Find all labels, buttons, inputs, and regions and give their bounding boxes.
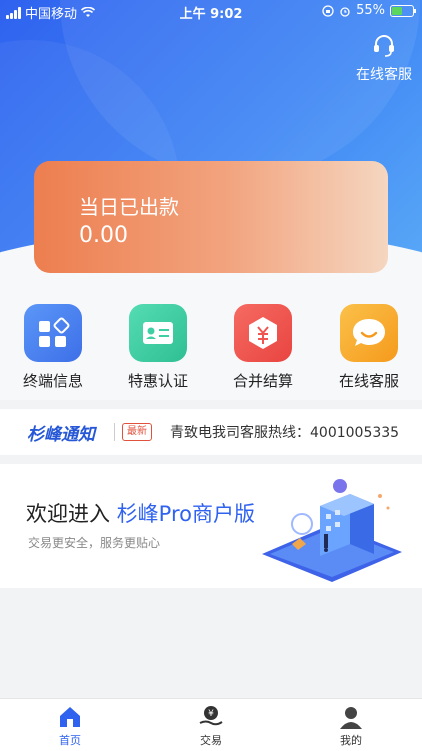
tab-mine[interactable]: 我的 bbox=[316, 705, 386, 748]
balance-card[interactable]: 当日已出款 0.00 bbox=[34, 161, 388, 273]
tab-transactions[interactable]: ¥ 交易 bbox=[176, 705, 246, 748]
banner-title-prefix: 欢迎进入 bbox=[26, 502, 117, 526]
tab-label: 交易 bbox=[200, 734, 222, 747]
status-bar: 中国移动 上午 9:02 55% bbox=[0, 0, 422, 22]
notice-text: 青致电我司客服热线：4001005335 bbox=[170, 425, 400, 441]
balance-amount: 0.00 bbox=[79, 223, 128, 248]
banner-subtitle: 交易更安全，服务更贴心 bbox=[28, 536, 161, 550]
action-label: 合并结算 bbox=[232, 372, 293, 390]
quick-actions: 终端信息 特惠认证 合并结算 在线客服 bbox=[0, 290, 422, 400]
customer-service-label: 在线客服 bbox=[356, 67, 412, 83]
grid-icon bbox=[24, 304, 82, 362]
tab-label: 我的 bbox=[340, 734, 362, 747]
headset-icon bbox=[374, 35, 394, 57]
action-discount-cert[interactable]: 特惠认证 bbox=[113, 304, 203, 391]
notice-bar[interactable]: 杉峰通知 最新 青致电我司客服热线：4001005335 bbox=[0, 409, 422, 455]
tab-label: 首页 bbox=[59, 734, 81, 747]
orientation-lock-icon bbox=[322, 4, 334, 17]
svg-text:¥: ¥ bbox=[208, 709, 214, 719]
divider bbox=[114, 423, 115, 441]
welcome-banner[interactable]: 欢迎进入 杉峰Pro商户版 交易更安全，服务更贴心 bbox=[0, 464, 422, 588]
action-label: 终端信息 bbox=[22, 372, 83, 390]
building-illustration bbox=[262, 479, 402, 582]
user-icon bbox=[340, 707, 362, 729]
tab-bar: 首页 ¥ 交易 我的 bbox=[0, 698, 422, 751]
home-icon bbox=[60, 707, 80, 727]
battery-percent: 55% bbox=[356, 3, 385, 18]
alarm-icon bbox=[340, 6, 350, 17]
banner-title-accent: 杉峰Pro商户版 bbox=[116, 502, 256, 526]
balance-title: 当日已出款 bbox=[79, 195, 179, 219]
notice-brand: 杉峰通知 bbox=[27, 425, 95, 445]
action-online-service[interactable]: 在线客服 bbox=[324, 304, 414, 391]
action-label: 特惠认证 bbox=[127, 372, 188, 390]
smile-chat-icon bbox=[340, 304, 398, 362]
action-merge-settlement[interactable]: 合并结算 bbox=[218, 304, 308, 391]
action-terminal-info[interactable]: 终端信息 bbox=[8, 304, 98, 391]
yuan-box-icon bbox=[234, 304, 292, 362]
customer-service-button[interactable]: 在线客服 bbox=[356, 32, 412, 84]
money-hand-icon: ¥ bbox=[199, 706, 223, 726]
notice-badge: 最新 bbox=[122, 423, 152, 441]
id-card-icon bbox=[129, 304, 187, 362]
banner-title: 欢迎进入 杉峰Pro商户版 bbox=[26, 498, 255, 528]
action-label: 在线客服 bbox=[338, 372, 399, 390]
battery-icon bbox=[390, 4, 416, 17]
tab-home[interactable]: 首页 bbox=[35, 705, 105, 748]
